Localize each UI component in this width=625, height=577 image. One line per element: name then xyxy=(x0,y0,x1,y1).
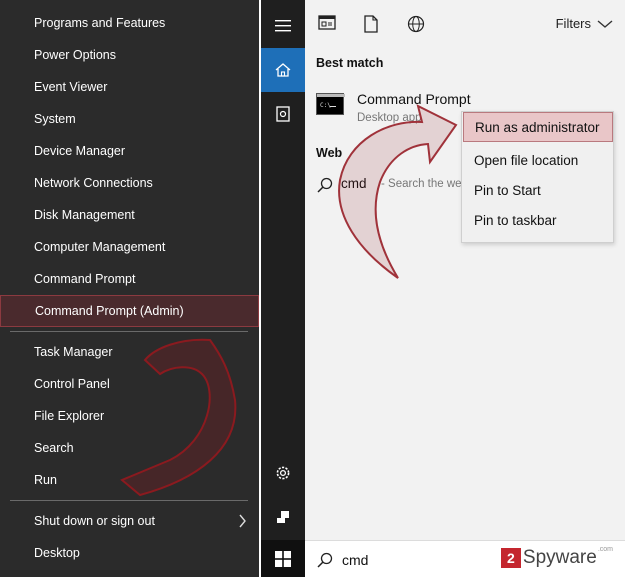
menu-item-programs-and-features[interactable]: Programs and Features xyxy=(0,8,259,38)
search-icon xyxy=(317,177,333,193)
home-button[interactable] xyxy=(261,48,305,92)
menu-item-network-connections[interactable]: Network Connections xyxy=(0,168,259,198)
svg-text:C:\: C:\ xyxy=(320,102,331,109)
best-match-subtitle: Desktop app xyxy=(357,112,422,124)
user-icon xyxy=(277,511,289,523)
menu-separator xyxy=(10,500,248,501)
watermark-logo: 2 Spyware .com xyxy=(500,545,613,569)
hamburger-icon xyxy=(275,20,291,32)
globe-icon[interactable] xyxy=(407,15,427,35)
taskbar-search-box[interactable]: cmd 2 Spyware .com xyxy=(305,540,625,577)
user-button[interactable] xyxy=(261,495,305,539)
gear-icon xyxy=(276,466,290,480)
menu-item-command-prompt[interactable]: Command Prompt xyxy=(0,264,259,294)
context-open-file-location[interactable]: Open file location xyxy=(463,146,613,176)
home-icon xyxy=(275,63,291,77)
web-result-query: cmd xyxy=(341,176,367,191)
menu-item-shut-down-label: Shut down or sign out xyxy=(34,514,155,528)
document-filter-icon[interactable] xyxy=(364,15,384,35)
web-heading: Web xyxy=(316,146,343,160)
command-prompt-icon: C:\ xyxy=(316,93,345,115)
filters-dropdown[interactable]: Filters xyxy=(556,16,613,31)
apps-filter-icon[interactable] xyxy=(318,15,338,35)
menu-item-shut-down[interactable]: Shut down or sign out xyxy=(0,506,259,536)
start-button[interactable] xyxy=(261,540,305,577)
menu-item-system[interactable]: System xyxy=(0,104,259,134)
menu-separator xyxy=(10,331,248,332)
menu-item-search[interactable]: Search xyxy=(0,433,259,463)
search-input-value[interactable]: cmd xyxy=(342,552,368,568)
filters-label: Filters xyxy=(555,16,591,31)
context-pin-to-start[interactable]: Pin to Start xyxy=(463,176,613,206)
menu-item-disk-management[interactable]: Disk Management xyxy=(0,200,259,230)
menu-item-computer-management[interactable]: Computer Management xyxy=(0,232,259,262)
documents-button[interactable] xyxy=(261,92,305,136)
hamburger-menu-button[interactable] xyxy=(261,4,305,48)
context-menu: Run as administrator Open file location … xyxy=(461,111,614,243)
web-result-hint: - Search the web xyxy=(381,178,468,190)
search-panel: Filters Best match C:\ Command Prompt De… xyxy=(305,0,625,577)
menu-item-power-options[interactable]: Power Options xyxy=(0,40,259,70)
search-toolbar: Filters xyxy=(305,0,625,50)
menu-item-control-panel[interactable]: Control Panel xyxy=(0,369,259,399)
menu-item-task-manager[interactable]: Task Manager xyxy=(0,337,259,367)
watermark-badge: 2 xyxy=(500,548,521,568)
menu-item-desktop[interactable]: Desktop xyxy=(0,538,259,568)
watermark-suffix: .com xyxy=(597,545,613,553)
menu-item-event-viewer[interactable]: Event Viewer xyxy=(0,72,259,102)
menu-item-device-manager[interactable]: Device Manager xyxy=(0,136,259,166)
context-pin-to-taskbar[interactable]: Pin to taskbar xyxy=(463,206,613,236)
settings-button[interactable] xyxy=(261,451,305,495)
context-run-as-administrator[interactable]: Run as administrator xyxy=(463,112,613,142)
search-icon xyxy=(317,552,333,568)
start-nav-rail xyxy=(261,0,305,577)
windows-logo-icon xyxy=(275,550,291,567)
best-match-heading: Best match xyxy=(316,56,384,70)
watermark-text: Spyware xyxy=(522,547,597,568)
best-match-title: Command Prompt xyxy=(357,91,471,107)
documents-icon xyxy=(276,106,290,122)
power-user-menu: Programs and Features Power Options Even… xyxy=(0,0,259,577)
menu-item-file-explorer[interactable]: File Explorer xyxy=(0,401,259,431)
menu-item-run[interactable]: Run xyxy=(0,465,259,495)
menu-item-command-prompt-admin[interactable]: Command Prompt (Admin) xyxy=(0,295,259,327)
chevron-down-icon xyxy=(597,19,613,28)
